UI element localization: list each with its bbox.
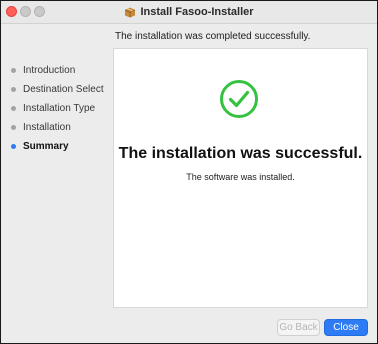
steps-sidebar: Introduction Destination Select Installa… (1, 61, 109, 156)
sidebar-step-installation: Installation (1, 118, 109, 137)
summary-panel: The installation was successful. The sof… (113, 48, 368, 308)
success-subtitle: The software was installed. (186, 172, 295, 182)
installer-window: Install Fasoo-Installer The installation… (0, 0, 378, 344)
sidebar-step-destination-select: Destination Select (1, 80, 109, 99)
close-button[interactable]: Close (324, 319, 368, 336)
step-dot-active-icon (11, 144, 16, 149)
header-message: The installation was completed successfu… (115, 31, 311, 42)
window-title-wrap: Install Fasoo-Installer (1, 1, 377, 23)
title-bar: Install Fasoo-Installer (1, 1, 377, 24)
step-dot-icon (11, 68, 16, 73)
step-label: Destination Select (23, 84, 104, 95)
success-title: The installation was successful. (118, 145, 363, 162)
step-dot-icon (11, 106, 16, 111)
sidebar-step-summary: Summary (1, 137, 109, 156)
step-dot-icon (11, 87, 16, 92)
package-installer-icon (124, 6, 136, 18)
step-label: Introduction (23, 65, 76, 76)
window-title: Install Fasoo-Installer (140, 6, 254, 18)
go-back-button[interactable]: Go Back (277, 319, 320, 336)
step-dot-icon (11, 125, 16, 130)
step-label: Installation Type (23, 103, 96, 114)
sidebar-step-installation-type: Installation Type (1, 99, 109, 118)
checkmark-circle-icon (219, 79, 259, 119)
step-label: Installation (23, 122, 71, 133)
step-label: Summary (23, 141, 69, 152)
sidebar-step-introduction: Introduction (1, 61, 109, 80)
